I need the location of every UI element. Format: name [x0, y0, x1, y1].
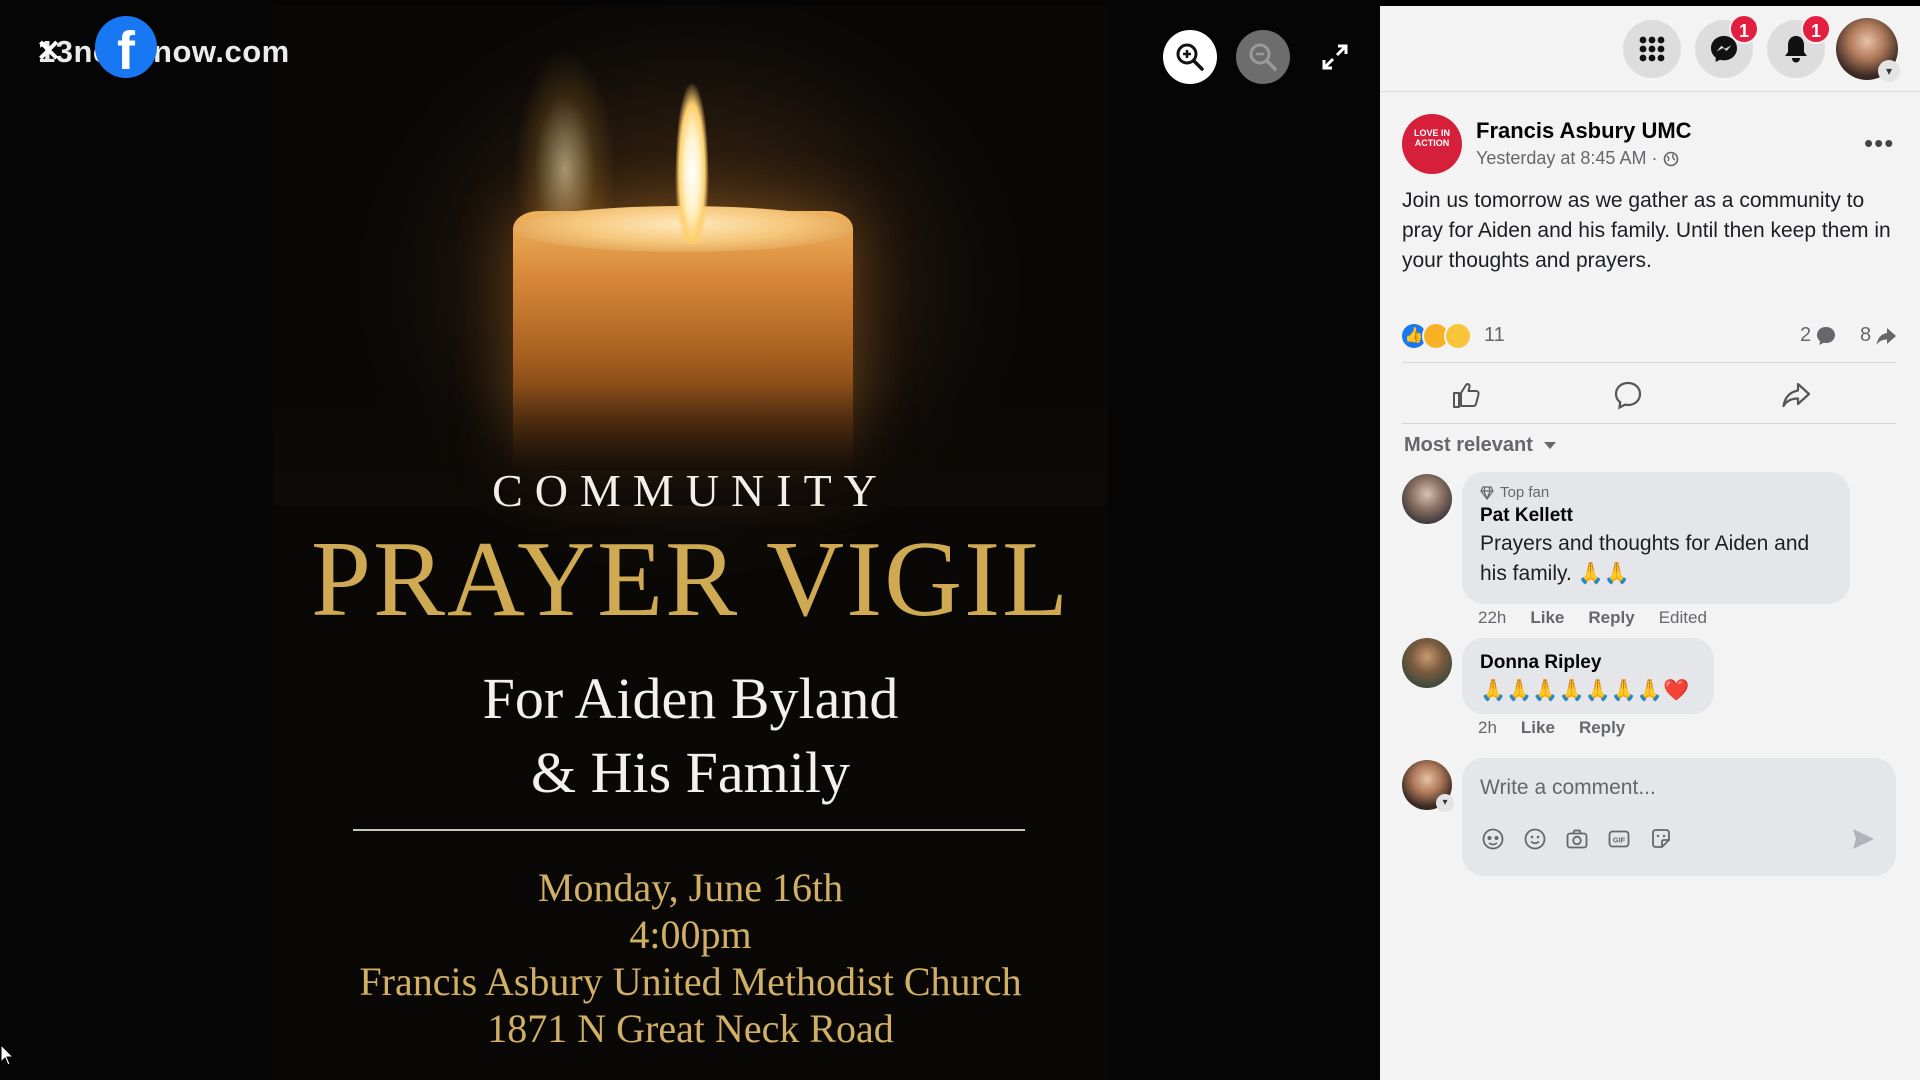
top-bar: 1 1 ▾ — [1380, 6, 1920, 92]
comment-meta: 2h Like Reply — [1478, 718, 1625, 738]
notifications-button[interactable]: 1 — [1767, 14, 1831, 78]
emoji-icon[interactable] — [1522, 826, 1548, 852]
notifications-badge: 1 — [1801, 14, 1831, 44]
chevron-down-icon: ▾ — [1878, 60, 1900, 82]
comment-reply-button[interactable]: Reply — [1588, 608, 1634, 628]
page-name-link[interactable]: Francis Asbury UMC — [1476, 118, 1692, 144]
post-text: Join us tomorrow as we gather as a commu… — [1402, 189, 1891, 272]
globe-icon — [1664, 151, 1679, 166]
close-icon[interactable]: ✕ — [36, 34, 61, 69]
send-icon[interactable] — [1850, 826, 1876, 852]
comment-input[interactable] — [1480, 770, 1860, 806]
comment-reply-button[interactable]: Reply — [1579, 718, 1625, 738]
comment-count-number: 2 — [1800, 324, 1812, 346]
comment-time[interactable]: 22h — [1478, 608, 1506, 628]
poster-dedication-line-2: & His Family — [530, 740, 851, 805]
zoom-out-button[interactable] — [1236, 30, 1290, 84]
share-count[interactable]: 8 — [1860, 324, 1897, 347]
comment-sort-label: Most relevant — [1404, 434, 1533, 456]
comment-edited-label: Edited — [1658, 608, 1707, 627]
sad-reaction-icon — [1444, 322, 1472, 350]
commenter-name[interactable]: Pat Kellett — [1480, 505, 1832, 527]
like-button[interactable] — [1446, 375, 1486, 415]
poster-details: Monday, June 16th 4:00pm Francis Asbury … — [273, 864, 1108, 1052]
expand-icon — [1322, 44, 1348, 70]
top-fan-badge: Top fan — [1480, 484, 1832, 501]
comment-bubble-icon — [1817, 326, 1836, 345]
reactions-summary[interactable]: 👍 11 2 8 — [1400, 318, 1904, 354]
comment-button[interactable] — [1608, 375, 1648, 415]
comment-time[interactable]: 2h — [1478, 718, 1497, 738]
share-arrow-icon — [1876, 327, 1897, 345]
comment-icon — [1614, 381, 1642, 410]
thumbs-up-icon — [1453, 382, 1480, 408]
my-avatar[interactable]: ▾ — [1402, 760, 1454, 812]
poster-address: 1871 N Great Neck Road — [487, 1006, 894, 1051]
vigil-poster-image: COMMUNITY PRAYER VIGIL For Aiden Byland … — [273, 6, 1108, 1080]
fullscreen-button[interactable] — [1318, 40, 1352, 74]
zoom-in-icon — [1176, 43, 1204, 71]
photo-viewer: COMMUNITY PRAYER VIGIL For Aiden Byland … — [0, 0, 1380, 1080]
commenter-avatar[interactable] — [1402, 474, 1452, 524]
poster-dedication-line-1: For Aiden Byland — [482, 666, 899, 731]
post-panel: 1 1 ▾ LOVE IN ACTION Francis Asbury UMC … — [1380, 6, 1920, 1080]
svg-text:GIF: GIF — [1613, 836, 1626, 845]
facebook-logo-icon[interactable]: f — [95, 16, 157, 81]
grid-icon — [1639, 36, 1665, 62]
comment-like-button[interactable]: Like — [1521, 718, 1555, 738]
comment-sort-dropdown[interactable]: Most relevant — [1404, 434, 1557, 457]
candle-flame — [675, 64, 709, 244]
comment-meta: 22h Like Reply Edited — [1478, 608, 1707, 628]
sticker-icon[interactable] — [1648, 826, 1674, 852]
messenger-button[interactable]: 1 — [1695, 14, 1759, 78]
poster-venue: Francis Asbury United Methodist Church — [359, 959, 1022, 1004]
post-action-bar — [1402, 362, 1896, 424]
share-count-number: 8 — [1860, 324, 1872, 346]
page-avatar[interactable]: LOVE IN ACTION — [1402, 114, 1462, 174]
share-button[interactable] — [1776, 375, 1816, 415]
top-fan-label: Top fan — [1500, 484, 1550, 501]
comment-composer: GIF — [1462, 758, 1896, 876]
poster-divider — [353, 829, 1025, 831]
post-options-button[interactable]: ••• — [1864, 128, 1894, 159]
menu-grid-button[interactable] — [1623, 20, 1681, 78]
comment-like-button[interactable]: Like — [1530, 608, 1564, 628]
reaction-count: 11 — [1484, 324, 1505, 346]
commenter-avatar[interactable] — [1402, 638, 1452, 688]
diamond-icon — [1480, 485, 1494, 500]
comment-bubble: Top fan Pat Kellett Prayers and thoughts… — [1462, 472, 1850, 604]
page-avatar-text: LOVE IN ACTION — [1413, 128, 1450, 148]
poster-time: 4:00pm — [629, 912, 752, 957]
poster-line-prayer-vigil: PRAYER VIGIL — [310, 520, 1071, 639]
caret-down-icon — [1543, 441, 1556, 449]
messenger-badge: 1 — [1729, 14, 1759, 44]
share-icon — [1782, 382, 1811, 408]
avatar-sticker-icon[interactable] — [1480, 826, 1506, 852]
post-timestamp[interactable]: Yesterday at 8:45 AM · — [1476, 148, 1679, 169]
zoom-out-icon — [1249, 43, 1277, 71]
gif-icon[interactable]: GIF — [1606, 826, 1632, 852]
station-watermark: 13newsnow.com — [38, 34, 290, 70]
poster-line-dedication: For Aiden Byland & His Family — [273, 662, 1108, 810]
post-timestamp-text: Yesterday at 8:45 AM · — [1476, 148, 1658, 168]
comment-bubble: Donna Ripley 🙏🙏🙏🙏🙏🙏🙏❤️ — [1462, 638, 1714, 714]
account-avatar-button[interactable]: ▾ — [1836, 18, 1900, 82]
comment-text: Prayers and thoughts for Aiden and his f… — [1480, 532, 1810, 585]
poster-date: Monday, June 16th — [537, 865, 844, 910]
watermark-text: 13newsnow.com — [38, 34, 290, 69]
comment-count[interactable]: 2 — [1800, 324, 1837, 347]
camera-icon[interactable] — [1564, 826, 1590, 852]
chevron-down-icon: ▾ — [1436, 794, 1454, 812]
comment-text: 🙏🙏🙏🙏🙏🙏🙏❤️ — [1480, 679, 1690, 702]
zoom-in-button[interactable] — [1163, 30, 1217, 84]
commenter-name[interactable]: Donna Ripley — [1480, 652, 1696, 674]
poster-line-community: COMMUNITY — [492, 465, 889, 516]
mouse-cursor-icon — [0, 1044, 14, 1066]
